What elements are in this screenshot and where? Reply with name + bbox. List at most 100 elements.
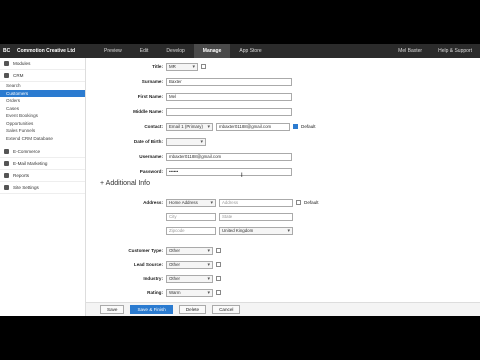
password-row: Password: •••••• [86, 167, 295, 176]
user-menu[interactable]: Mel Baxter [390, 48, 430, 54]
address-row: Address: Home Address Address Default [86, 198, 319, 207]
customer-form: Title: MR Surname: Baxter First Name: Me… [86, 58, 480, 316]
chart-icon [4, 173, 9, 178]
sidebar-section-label: Site Settings [13, 185, 39, 190]
industry-select[interactable]: Other [166, 274, 213, 283]
address-default-checkbox[interactable] [296, 200, 301, 205]
additional-info-header[interactable]: + Additional Info [100, 180, 150, 187]
address-input[interactable]: Address [219, 198, 293, 207]
address-label: Address: [143, 200, 163, 205]
zipcode-row: Zipcode United Kingdom [86, 226, 296, 235]
save-button[interactable]: Save [100, 305, 125, 314]
dob-label: Date of Birth: [133, 139, 163, 144]
sidebar-section-e-commerce[interactable]: E-Commerce [0, 146, 85, 158]
sidebar-section-label: Reports [13, 173, 30, 178]
rating-checkbox[interactable] [216, 290, 221, 295]
top-right-menu: Mel Baxter Help & Support [390, 48, 480, 54]
city-row: City State [86, 212, 296, 221]
country-select[interactable]: United Kingdom [219, 226, 293, 235]
sidebar-section-site-settings[interactable]: Site Settings [0, 182, 85, 194]
sidebar-section-label: E-Mail Marketing [13, 161, 48, 166]
tab-manage[interactable]: Manage [193, 44, 231, 58]
sidebar-section-reports[interactable]: Reports [0, 170, 85, 182]
sidebar-section-label: CRM [13, 73, 24, 78]
first-name-label: First Name: [137, 94, 163, 99]
zipcode-input[interactable]: Zipcode [166, 226, 216, 235]
contact-row: Contact: Email 1 (Primary) mbaxter01188@… [86, 122, 316, 131]
password-label: Password: [139, 169, 163, 174]
rating-select[interactable]: Warm [166, 288, 213, 297]
title-select[interactable]: MR [166, 62, 198, 71]
sidebar-section-email-marketing[interactable]: E-Mail Marketing [0, 158, 85, 170]
tab-edit[interactable]: Edit [131, 44, 158, 58]
help-support-link[interactable]: Help & Support [430, 48, 480, 54]
password-input[interactable]: •••••• [166, 167, 292, 176]
gear-icon [4, 185, 9, 190]
sidebar-section-label: Modules [13, 61, 31, 66]
middle-name-label: Middle Name: [133, 109, 163, 114]
city-input[interactable]: City [166, 212, 216, 221]
customer-type-row: Customer Type: Other [86, 246, 224, 255]
lead-source-checkbox[interactable] [216, 262, 221, 267]
surname-row: Surname: Baxter [86, 77, 295, 86]
address-type-select[interactable]: Home Address [166, 198, 216, 207]
sidebar-item-event-bookings[interactable]: Event Bookings [0, 112, 85, 120]
customer-type-label: Customer Type: [128, 248, 163, 253]
title-row: Title: MR [86, 62, 209, 71]
sidebar-item-extend-crm-database[interactable]: Extend CRM Database [0, 135, 85, 143]
lead-source-label: Lead Source: [133, 262, 163, 267]
lead-source-row: Lead Source: Other [86, 260, 224, 269]
title-label: Title: [152, 64, 163, 69]
contact-default-checkbox[interactable] [293, 124, 298, 129]
sidebar-section-crm[interactable]: CRM [0, 70, 85, 82]
dob-row: Date of Birth: [86, 137, 209, 146]
save-and-finish-button[interactable]: Save & Finish [130, 305, 173, 314]
username-row: Username: mbaxter01188@gmail.com [86, 152, 295, 161]
tab-app-store[interactable]: App Store [230, 44, 270, 58]
sidebar-item-sales-funnels[interactable]: Sales Funnels [0, 127, 85, 135]
contact-type-select[interactable]: Email 1 (Primary) [166, 122, 213, 131]
username-label: Username: [139, 154, 163, 159]
customer-type-select[interactable]: Other [166, 246, 213, 255]
first-name-row: First Name: Mel [86, 92, 295, 101]
app-logo: BC [3, 48, 11, 54]
title-checkbox[interactable] [201, 64, 206, 69]
cancel-button[interactable]: Cancel [212, 305, 241, 314]
rating-row: Rating: Warm [86, 288, 224, 297]
contact-email-input[interactable]: mbaxter01188@gmail.com [216, 122, 290, 131]
form-action-bar: Save Save & Finish Delete Cancel [86, 302, 480, 316]
sidebar-section-modules[interactable]: Modules [0, 58, 85, 70]
middle-name-input[interactable] [166, 107, 292, 116]
surname-input[interactable]: Baxter [166, 77, 292, 86]
sidebar-item-cases[interactable]: Cases [0, 105, 85, 113]
sidebar-item-search[interactable]: Search [0, 82, 85, 90]
delete-button[interactable]: Delete [178, 305, 207, 314]
lead-source-select[interactable]: Other [166, 260, 213, 269]
industry-checkbox[interactable] [216, 276, 221, 281]
site-name[interactable]: Commotion Creative Ltd [17, 48, 95, 54]
tab-develop[interactable]: Develop [157, 44, 193, 58]
cart-icon [4, 149, 9, 154]
mouse-cursor-icon: I [241, 173, 243, 179]
contact-label: Contact: [144, 124, 163, 129]
top-navigation-bar: BC Commotion Creative Ltd Preview Edit D… [0, 44, 480, 58]
additional-info-heading: Additional Info [105, 180, 151, 187]
dob-picker[interactable] [166, 137, 206, 146]
username-input[interactable]: mbaxter01188@gmail.com [166, 152, 292, 161]
state-input[interactable]: State [219, 212, 293, 221]
surname-label: Surname: [141, 79, 163, 84]
crm-icon [4, 73, 9, 78]
industry-label: Industry: [143, 276, 163, 281]
first-name-input[interactable]: Mel [166, 92, 292, 101]
sidebar-item-customers[interactable]: Customers [0, 89, 85, 97]
contact-default-label: Default [301, 124, 316, 129]
address-default-label: Default [304, 200, 319, 205]
industry-row: Industry: Other [86, 274, 224, 283]
sidebar-section-label: E-Commerce [13, 149, 41, 154]
sidebar-item-opportunities[interactable]: Opportunities [0, 120, 85, 128]
sidebar-item-orders[interactable]: Orders [0, 97, 85, 105]
customer-type-checkbox[interactable] [216, 248, 221, 253]
tab-preview[interactable]: Preview [95, 44, 131, 58]
mail-icon [4, 161, 9, 166]
middle-name-row: Middle Name: [86, 107, 295, 116]
